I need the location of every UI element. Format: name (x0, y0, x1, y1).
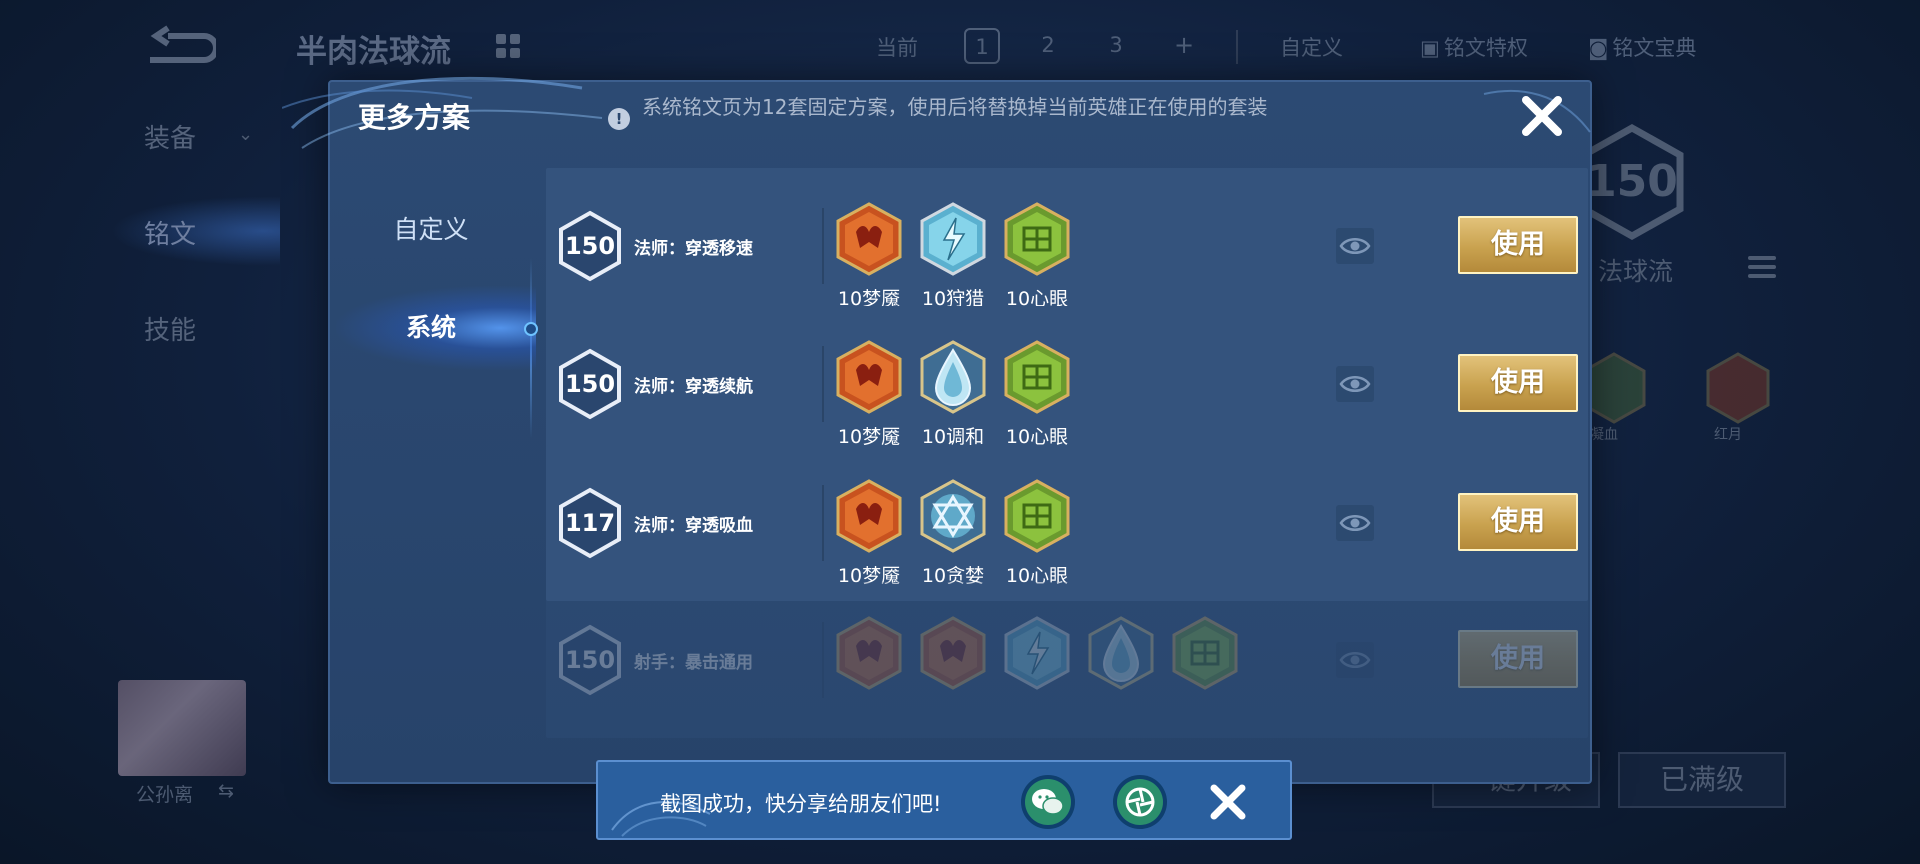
use-scheme-button[interactable]: 使用 (1458, 493, 1578, 551)
level-value: 150 (564, 232, 616, 260)
rune-privilege-label: 铭文特权 (1443, 36, 1528, 60)
menu-icon[interactable] (1748, 256, 1776, 284)
hero-portrait[interactable] (118, 680, 246, 776)
divider (1236, 30, 1238, 64)
notice-text: 系统铭文页为12套固定方案，使用后将替换掉当前英雄正在使用的套装 (642, 95, 1268, 119)
hero-name: 公孙离 (136, 784, 194, 806)
hero-scheme-name: 法球流 (1598, 257, 1674, 286)
green-rune-icon[interactable] (1004, 479, 1070, 553)
use-scheme-button[interactable]: 使用 (1458, 354, 1578, 412)
scheme-level: 150 (558, 624, 622, 696)
toast-message: 截图成功，快分享给朋友们吧! (660, 792, 942, 816)
scheme-name: 射手：暴击通用 (634, 653, 753, 673)
green-rune-icon[interactable] (1004, 340, 1070, 414)
scheme-list[interactable]: 150 法师：穿透移速 10梦魇 10狩猎 10心眼 使用 150 法师：穿透续… (546, 168, 1588, 784)
tab-custom[interactable]: 自定义 (330, 200, 532, 260)
preview-button[interactable] (1336, 505, 1374, 541)
scheme-row[interactable]: 150 射手：暴击通用 使用 (546, 582, 1588, 738)
page-tab-3[interactable]: 3 (1098, 28, 1134, 64)
blue-drop-rune-icon[interactable] (1088, 616, 1154, 690)
scheme-level: 150 (558, 348, 622, 420)
eye-icon (1339, 652, 1371, 668)
scheme-tabs: 自定义 系统 (330, 158, 538, 784)
blue-star-rune-icon[interactable] (920, 479, 986, 553)
wechat-icon[interactable] (1020, 774, 1076, 830)
level-value: 117 (564, 509, 616, 537)
red-rune-icon[interactable] (836, 340, 902, 414)
red-rune-icon[interactable] (836, 479, 902, 553)
add-page-button[interactable]: + (1166, 28, 1202, 64)
red-rune-icon[interactable] (920, 616, 986, 690)
preview-button[interactable] (1336, 228, 1374, 264)
row-divider (822, 485, 824, 561)
current-page-label: 当前 (876, 36, 918, 60)
red-rune-icon[interactable] (836, 202, 902, 276)
tab-active-dot (524, 322, 538, 336)
scheme-row[interactable]: 150 法师：穿透移速 10梦魇 10狩猎 10心眼 使用 (546, 168, 1588, 324)
custom-link[interactable]: 自定义 (1280, 32, 1343, 62)
rune-guide-label: 铭文宝典 (1612, 36, 1697, 60)
grid-icon[interactable] (496, 34, 520, 58)
scheme-name: 法师：穿透吸血 (634, 516, 753, 536)
use-scheme-button[interactable]: 使用 (1458, 216, 1578, 274)
rune-privilege-link[interactable]: ▣ 铭文特权 (1420, 32, 1528, 62)
red-rune-icon[interactable] (836, 616, 902, 690)
scheme-name: 法师：穿透移速 (634, 239, 753, 259)
red-rune-icon (1706, 352, 1770, 424)
guide-icon: ◙ (1588, 36, 1609, 60)
rune-label: 红月 (1714, 427, 1742, 443)
tab-system[interactable]: 系统 (330, 298, 532, 358)
row-divider (822, 622, 824, 698)
rune-label: 凝血 (1590, 427, 1618, 443)
toast-close-icon[interactable] (1206, 780, 1250, 824)
green-rune-icon[interactable] (1172, 616, 1238, 690)
level-value: 150 (564, 370, 616, 398)
moments-icon[interactable] (1112, 774, 1168, 830)
eye-icon (1339, 515, 1371, 531)
sidebar-item-equipment[interactable]: 装备 (144, 118, 196, 155)
screenshot-toast: 截图成功，快分享给朋友们吧! (596, 760, 1292, 840)
use-scheme-button[interactable]: 使用 (1458, 630, 1578, 688)
row-divider (822, 208, 824, 284)
eye-icon (1339, 238, 1371, 254)
scheme-row[interactable]: 150 法师：穿透续航 10梦魇 10调和 10心眼 使用 (546, 306, 1588, 462)
level-value: 150 (564, 646, 616, 674)
preview-button[interactable] (1336, 366, 1374, 402)
page-tab-2[interactable]: 2 (1030, 28, 1066, 64)
scheme-row[interactable]: 117 法师：穿透吸血 10梦魇 10贪婪 10心眼 使用 (546, 445, 1588, 601)
swap-icon[interactable]: ⇆ (218, 780, 234, 802)
page-tab-1[interactable]: 1 (964, 28, 1000, 64)
preview-button[interactable] (1336, 642, 1374, 678)
sidebar-item-runes[interactable]: 铭文 (144, 214, 196, 251)
scheme-name: 法师：穿透续航 (634, 377, 753, 397)
info-icon: ! (608, 108, 630, 130)
privilege-icon: ▣ (1420, 36, 1440, 60)
scheme-level: 150 (558, 210, 622, 282)
sidebar-item-skills[interactable]: 技能 (144, 310, 196, 347)
blue-drop-rune-icon[interactable] (920, 340, 986, 414)
chevron-down-icon: ⌄ (238, 124, 254, 145)
scheme-level: 117 (558, 487, 622, 559)
max-level-button: 已满级 (1618, 752, 1786, 808)
close-icon[interactable] (1518, 92, 1566, 140)
more-schemes-dialog: 更多方案 ! 系统铭文页为12套固定方案，使用后将替换掉当前英雄正在使用的套装 … (282, 76, 1592, 784)
blue-bolt-rune-icon[interactable] (1004, 616, 1070, 690)
page-title: 半肉法球流 (296, 34, 451, 70)
row-divider (822, 346, 824, 422)
rune-guide-link[interactable]: ◙ 铭文宝典 (1588, 32, 1696, 62)
blue-bolt-rune-icon[interactable] (920, 202, 986, 276)
green-rune-icon[interactable] (1004, 202, 1070, 276)
back-arrow-icon[interactable] (138, 24, 216, 68)
dialog-title: 更多方案 (358, 101, 471, 134)
eye-icon (1339, 376, 1371, 392)
